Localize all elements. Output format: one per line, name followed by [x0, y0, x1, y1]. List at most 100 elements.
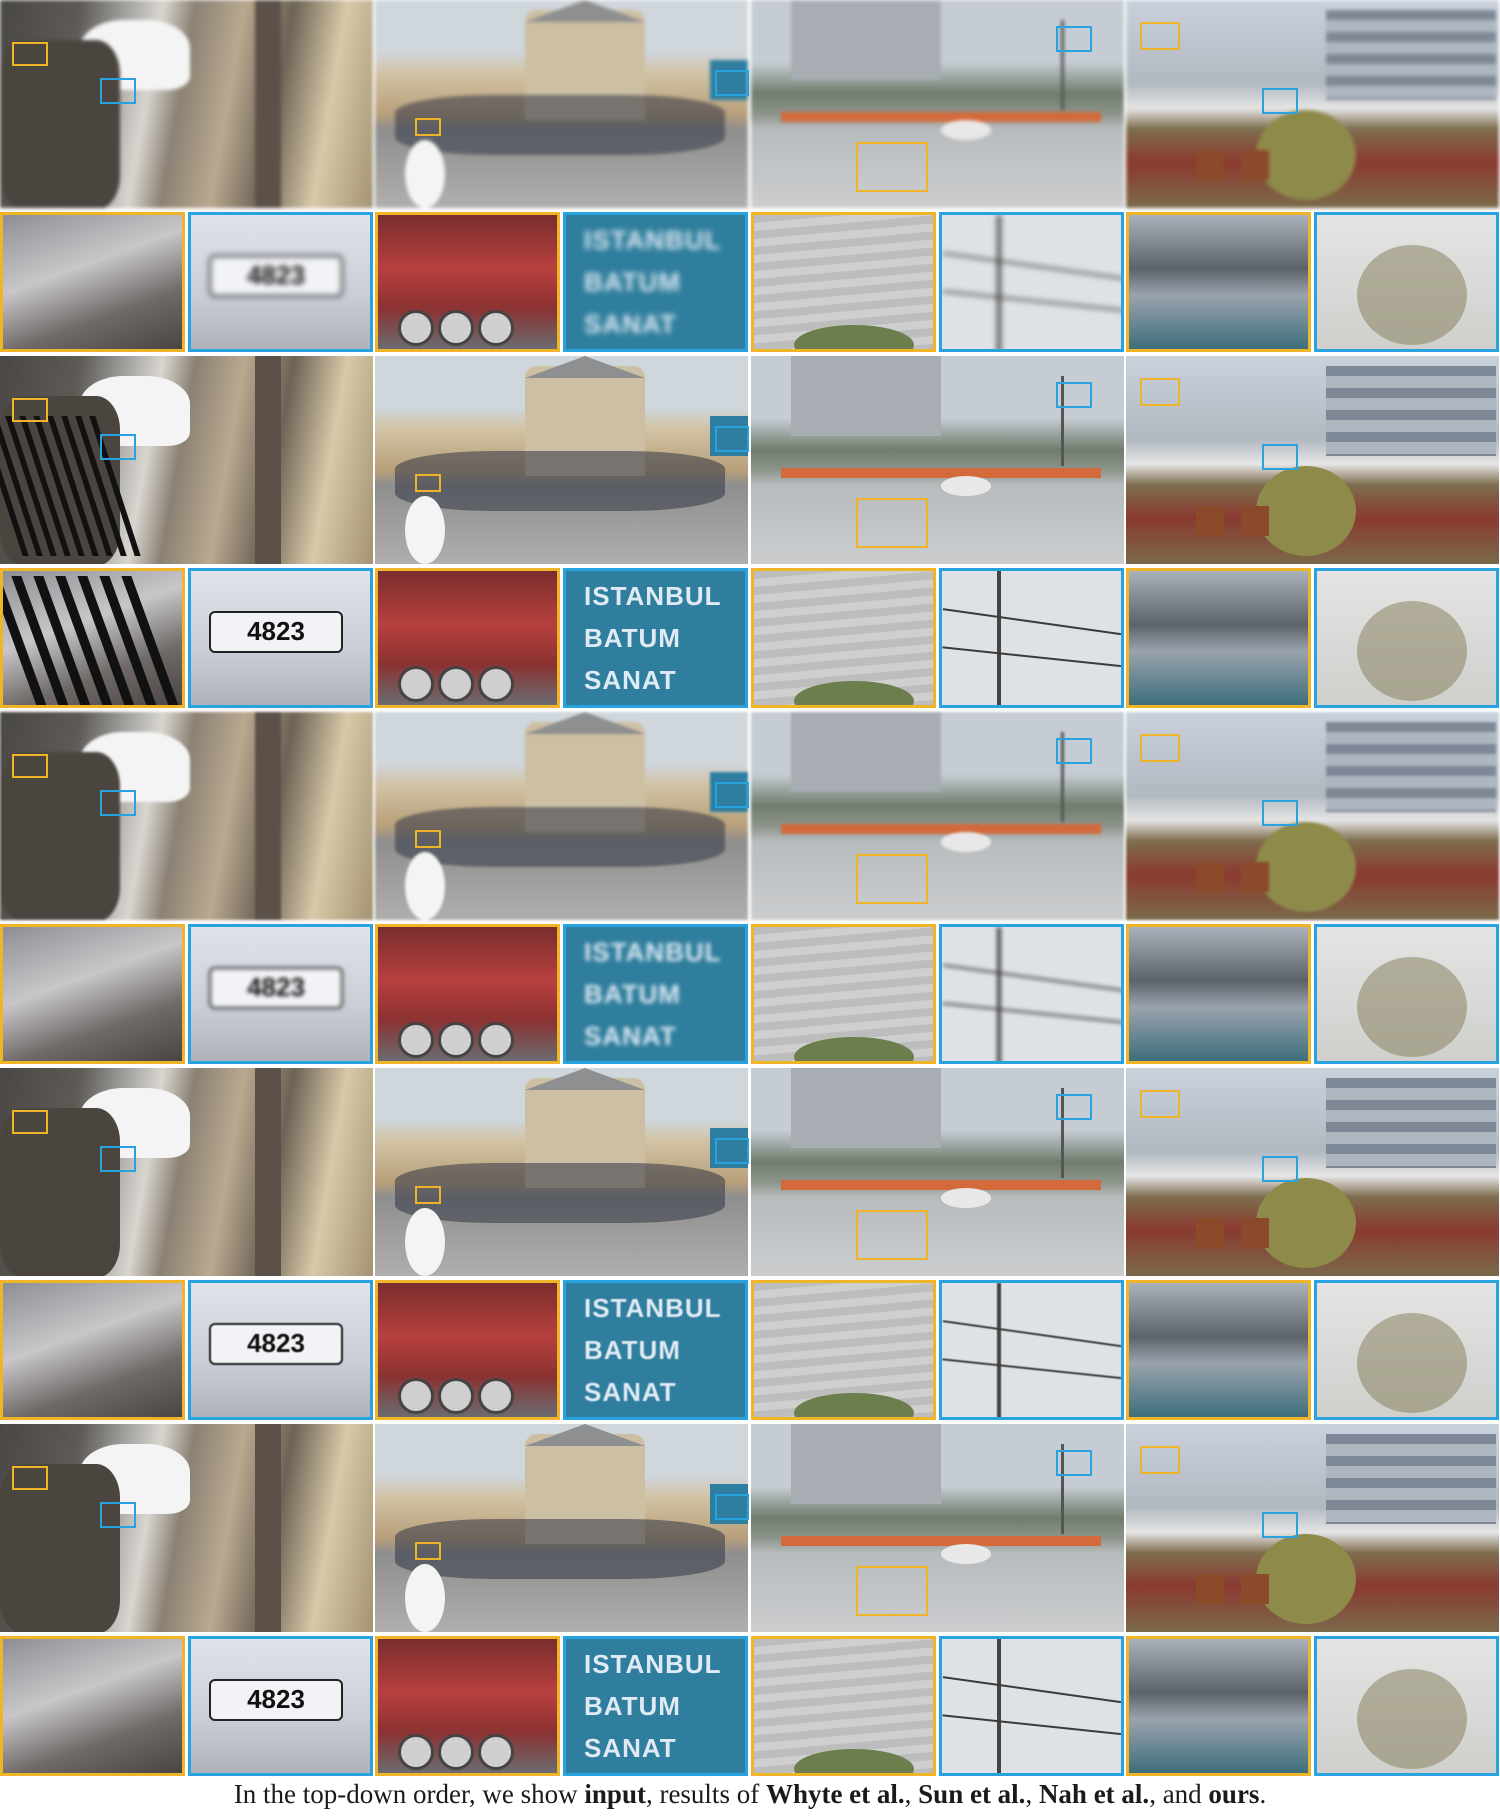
- license-plate: 4823: [209, 1679, 343, 1721]
- cart-wheel: [438, 310, 474, 346]
- crowd: [395, 1163, 725, 1223]
- sign-text: BATUM: [584, 1335, 681, 1365]
- pole: [997, 1639, 1001, 1773]
- caption-prefix: In the top-down order, we show: [233, 1779, 585, 1809]
- cart-wheel: [438, 666, 474, 702]
- white-shirt-person: [405, 852, 445, 920]
- scene-image: [1126, 1068, 1499, 1276]
- yellow-zoom-box: [856, 1210, 928, 1260]
- yellow-zoom-box: [856, 854, 928, 904]
- blue-zoom-box: [100, 1146, 136, 1172]
- caption-sep3: ,: [1025, 1779, 1039, 1809]
- yellow-zoom-crop: [375, 924, 560, 1064]
- sign-text: ISTANBUL: [584, 225, 722, 255]
- scene-image: [1126, 712, 1499, 920]
- blue-zoom-crop: [939, 212, 1124, 352]
- caption-input: input: [584, 1779, 646, 1809]
- yellow-zoom-box: [856, 1566, 928, 1616]
- blue-zoom-box: [1262, 88, 1298, 114]
- pole: [997, 927, 1001, 1061]
- blue-zoom-crop: ISTANBUL BATUM SANAT: [563, 212, 748, 352]
- blue-zoom-box: [100, 790, 136, 816]
- blue-zoom-box: [1056, 738, 1092, 764]
- sign-text: BATUM: [584, 1691, 681, 1721]
- cart-wheel: [398, 1378, 434, 1414]
- blue-zoom-box: [100, 1502, 136, 1528]
- window-band: [1326, 10, 1496, 100]
- tall-building: [791, 1424, 941, 1504]
- pole: [997, 1283, 1001, 1417]
- blue-zoom-box: [715, 426, 749, 452]
- wire: [942, 252, 1121, 280]
- wire: [942, 608, 1121, 636]
- caption-sep2: ,: [904, 1779, 919, 1809]
- yellow-zoom-crop: [751, 212, 936, 352]
- white-shirt-person: [405, 1208, 445, 1276]
- scene-image: [375, 356, 748, 564]
- yellow-zoom-box: [1140, 378, 1180, 406]
- yellow-zoom-crop: [0, 568, 185, 708]
- bench-right: [1241, 1218, 1269, 1248]
- sign-text: SANAT: [584, 1021, 677, 1051]
- yellow-zoom-crop: [751, 568, 936, 708]
- tree-trunk: [255, 0, 281, 208]
- cart-wheel: [438, 1378, 474, 1414]
- yellow-zoom-crop: [1126, 1280, 1311, 1420]
- white-van: [941, 832, 991, 852]
- orange-barrier: [781, 824, 1101, 834]
- caption-ours: ours: [1208, 1779, 1260, 1809]
- blue-zoom-crop: [1314, 212, 1499, 352]
- wire: [942, 1320, 1121, 1348]
- sign-text: SANAT: [584, 1377, 677, 1407]
- white-van: [941, 476, 991, 496]
- blue-zoom-crop: ISTANBUL BATUM SANAT: [563, 1636, 748, 1776]
- branches: [1357, 1313, 1467, 1413]
- blue-zoom-crop: [939, 1280, 1124, 1420]
- yellow-zoom-box: [12, 1110, 48, 1134]
- caption-suffix: .: [1259, 1779, 1267, 1809]
- blue-zoom-crop: [939, 568, 1124, 708]
- tree-trunk: [255, 712, 281, 920]
- license-plate: 4823: [209, 967, 343, 1009]
- scene-image: [0, 1424, 373, 1632]
- tree-trunk: [255, 1424, 281, 1632]
- blue-zoom-box: [715, 70, 749, 96]
- white-shirt-person: [405, 140, 445, 208]
- yellow-zoom-box: [12, 42, 48, 66]
- branches: [1357, 245, 1467, 345]
- figure-caption: In the top-down order, we show input, re…: [0, 1774, 1500, 1814]
- white-shirt-person: [405, 1564, 445, 1632]
- pole: [997, 215, 1001, 349]
- sign-text: BATUM: [584, 979, 681, 1009]
- crowd: [395, 807, 725, 867]
- yellow-zoom-box: [415, 830, 441, 848]
- yellow-zoom-box: [1140, 734, 1180, 762]
- sign-text: ISTANBUL: [584, 1649, 722, 1679]
- blue-zoom-box: [1056, 382, 1092, 408]
- sign-text: ISTANBUL: [584, 1293, 722, 1323]
- dome-roof: [525, 0, 645, 22]
- yellow-zoom-box: [1140, 22, 1180, 50]
- blue-zoom-crop: [1314, 1280, 1499, 1420]
- blue-zoom-box: [1056, 1450, 1092, 1476]
- tall-building: [791, 356, 941, 436]
- cart-wheel: [398, 1022, 434, 1058]
- shrub: [794, 1393, 914, 1417]
- cart-wheel: [438, 1022, 474, 1058]
- orange-barrier: [781, 468, 1101, 478]
- bench-right: [1241, 150, 1269, 180]
- shrub: [794, 681, 914, 705]
- wire: [942, 964, 1121, 992]
- blue-zoom-crop: 4823: [188, 1280, 373, 1420]
- white-shirt-person: [405, 496, 445, 564]
- tree-trunk: [255, 1068, 281, 1276]
- caption-nah: Nah et al.: [1038, 1779, 1150, 1809]
- small-tree: [1256, 110, 1356, 200]
- cart-wheel: [478, 1378, 514, 1414]
- wire: [942, 646, 1121, 668]
- tree-trunk: [255, 356, 281, 564]
- license-plate: 4823: [209, 1323, 343, 1365]
- white-van: [941, 1188, 991, 1208]
- small-tree: [1256, 1178, 1356, 1268]
- blue-zoom-crop: [1314, 568, 1499, 708]
